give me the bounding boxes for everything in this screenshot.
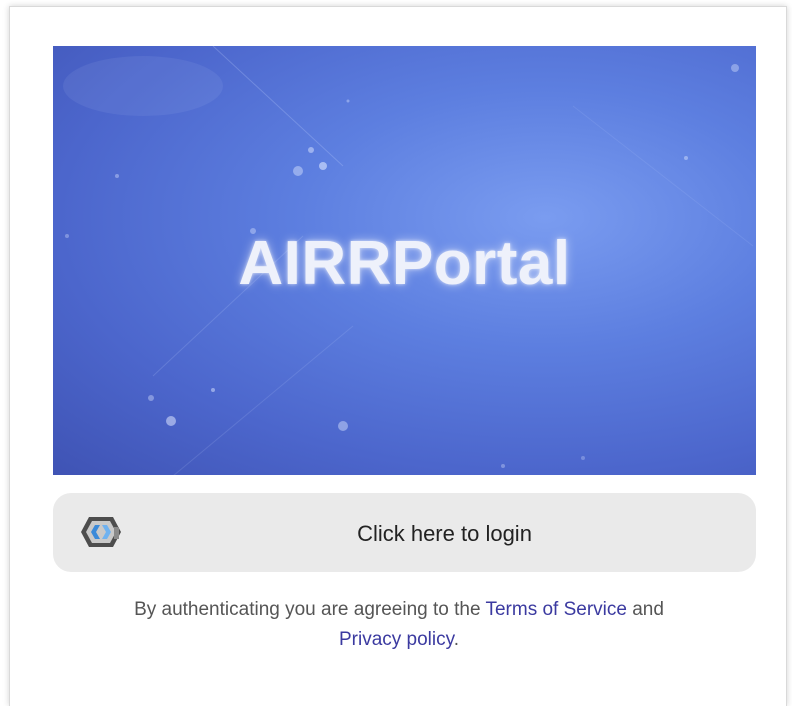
legal-middle-text: and bbox=[626, 599, 664, 620]
terms-of-service-link[interactable]: Terms of Service bbox=[485, 599, 626, 620]
login-button[interactable]: Click here to login bbox=[53, 493, 756, 572]
privacy-policy-link[interactable]: Privacy policy bbox=[339, 629, 454, 650]
hero-banner: AIRRPortal bbox=[53, 46, 756, 475]
login-card: AIRRPortal Click here to login By authen… bbox=[9, 6, 787, 706]
login-button-label: Click here to login bbox=[357, 521, 532, 546]
legal-suffix-text: . bbox=[453, 629, 459, 650]
app-title: AIRRPortal bbox=[238, 229, 571, 298]
legal-prefix-text: By authenticating you are agreeing to th… bbox=[134, 599, 486, 620]
legal-notice: By authenticating you are agreeing to th… bbox=[10, 595, 788, 655]
